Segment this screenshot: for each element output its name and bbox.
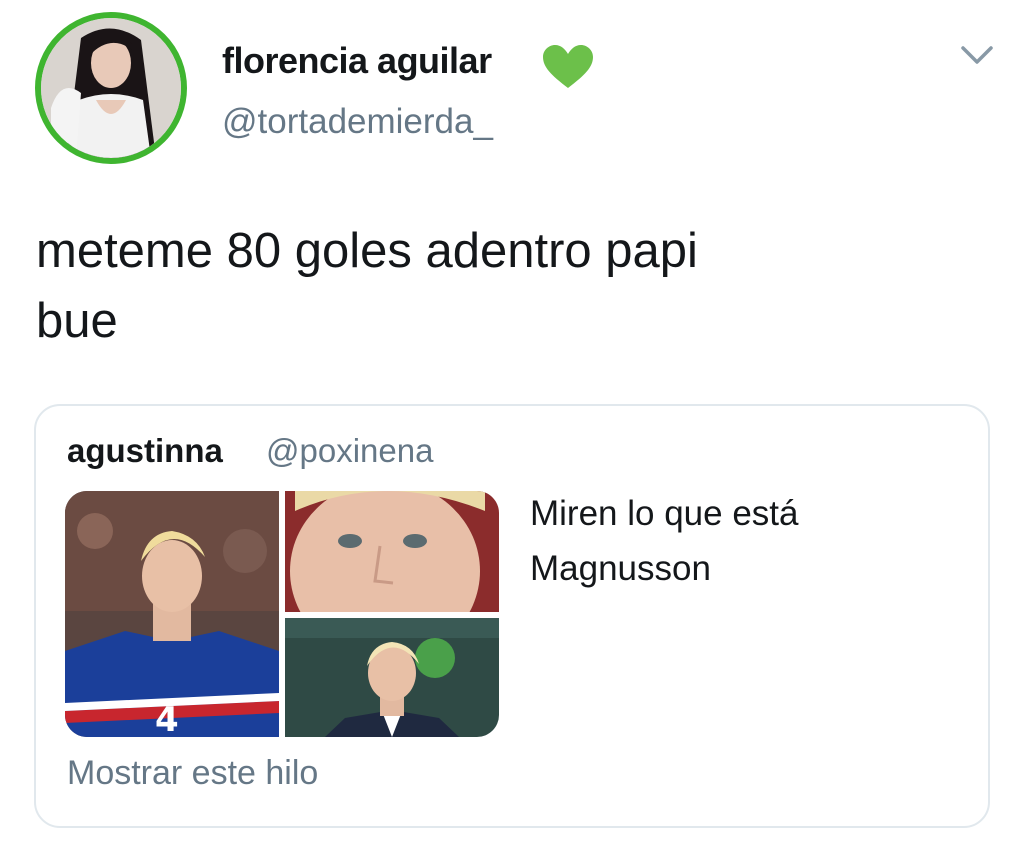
quoted-media-grid[interactable]: 4 [65,491,499,737]
author-display-name[interactable]: florencia aguilar [222,40,492,82]
player-suit-photo [285,618,499,737]
quoted-author-name: agustinna [67,432,223,469]
player-jersey-photo: 4 [65,491,279,737]
media-photo-3[interactable] [285,618,499,737]
quoted-tweet-text: Miren lo que está Magnusson [530,494,799,588]
avatar-photo [41,18,181,158]
green-heart-icon [543,45,593,88]
tweet[interactable]: florencia aguilar @tortademierda_ meteme… [0,0,1024,858]
quoted-tweet[interactable]: agustinna @poxinena 4 Miren lo que está … [34,404,990,828]
svg-text:4: 4 [155,700,179,737]
quoted-author-handle: @poxinena [266,432,434,469]
author-avatar[interactable] [35,12,187,164]
media-photo-1[interactable]: 4 [65,491,279,737]
media-photo-2[interactable] [285,491,499,612]
chevron-down-icon[interactable] [957,40,997,68]
tweet-text: meteme 80 goles adentro papi bue [36,224,698,348]
player-face-closeup-photo [285,491,499,612]
author-handle[interactable]: @tortademierda_ [222,102,493,142]
show-thread-link[interactable]: Mostrar este hilo [67,754,318,793]
